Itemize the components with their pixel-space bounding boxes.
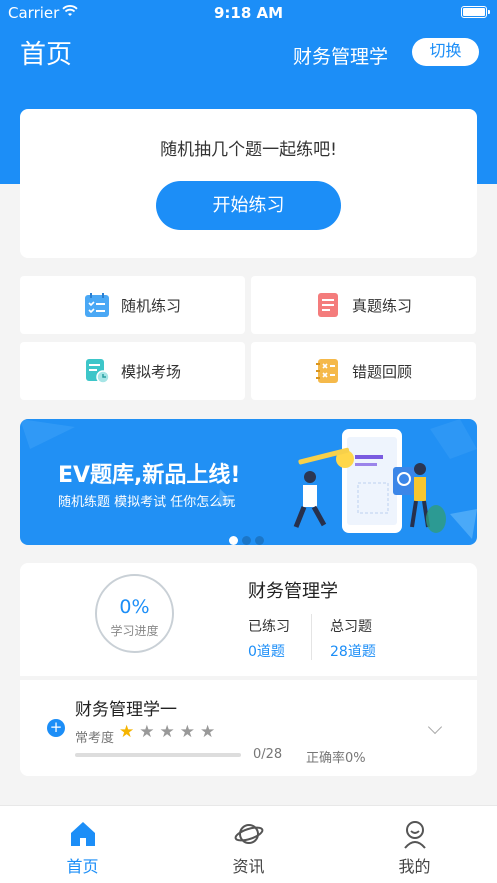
star-empty-icon: ★ [200,722,221,742]
stat-divider [311,614,312,660]
tab-label: 首页 [66,857,99,876]
chevron-down-icon[interactable] [427,719,443,735]
star-empty-icon: ★ [179,722,200,742]
chapter-count: 0/28 [253,747,283,762]
random-practice-card: 随机抽几个题一起练吧! 开始练习 [20,109,477,258]
star-empty-icon: ★ [139,722,160,742]
tab-label: 资讯 [232,857,265,876]
progress-percent: 0% [119,596,150,618]
clock-document-icon [86,359,110,384]
tab-profile[interactable]: 我的 [332,806,497,883]
tab-home[interactable]: 首页 [0,806,165,883]
switch-subject-button[interactable]: 切换 [412,38,479,66]
status-bar: Carrier 9:18 AM [0,0,497,26]
banner-subtitle: 随机练题 模拟考试 任你怎么玩 [58,495,236,510]
start-practice-button[interactable]: 开始练习 [156,181,341,230]
feature-random-practice[interactable]: 随机练习 [20,276,245,334]
chapter-accuracy: 正确率0% [306,751,366,766]
feature-wrong-answers[interactable]: 错题回顾 [251,342,476,400]
progress-card: 0% 学习进度 财务管理学 已练习 0道题 总习题 28道题 [20,563,477,676]
tab-news[interactable]: 资讯 [166,806,331,883]
frequency-label: 常考度 [75,731,115,746]
total-value: 28道题 [330,644,376,660]
banner-title: EV题库,新品上线! [58,463,241,488]
star-filled-icon: ★ [119,722,140,742]
chapter-title: 财务管理学一 [75,700,177,720]
current-subject: 财务管理学 [293,46,389,68]
feature-label: 随机练习 [121,297,182,315]
feature-mock-exam[interactable]: 模拟考场 [20,342,245,400]
plus-icon[interactable]: + [47,719,65,737]
pagination-dot-active[interactable] [229,536,238,545]
practiced-label: 已练习 [248,619,290,635]
page-title: 首页 [20,40,73,70]
practiced-value: 0道题 [248,644,285,660]
promo-banner[interactable]: EV题库,新品上线! 随机练题 模拟考试 任你怎么玩 [20,419,477,545]
person-icon [404,821,426,849]
clock: 9:18 AM [213,4,284,22]
pagination-dot[interactable] [242,536,251,545]
frequency-stars: ★★★★★ [119,722,220,742]
feature-past-exams[interactable]: 真题练习 [251,276,476,334]
document-icon [318,293,338,317]
tab-label: 我的 [398,857,431,876]
error-notebook-icon [316,359,338,383]
pagination-dot[interactable] [255,536,264,545]
total-label: 总习题 [330,619,372,635]
planet-icon [234,824,264,844]
feature-label: 错题回顾 [352,363,413,381]
progress-subject-title: 财务管理学 [248,581,338,602]
banner-pagination[interactable] [229,530,269,545]
feature-label: 真题练习 [352,297,413,315]
star-empty-icon: ★ [159,722,180,742]
progress-label: 学习进度 [110,624,159,638]
chapter-item[interactable]: + 财务管理学一 常考度 ★★★★★ 0/28 正确率0% [20,680,477,776]
practice-prompt: 随机抽几个题一起练吧! [160,140,337,160]
tab-bar: 首页 资讯 我的 [0,805,497,883]
calendar-checklist-icon [85,293,109,317]
progress-ring: 0% 学习进度 [95,574,174,653]
chapter-progress-bar [75,753,241,757]
home-icon [71,822,95,846]
battery-icon [461,6,490,18]
feature-label: 模拟考场 [121,363,182,381]
